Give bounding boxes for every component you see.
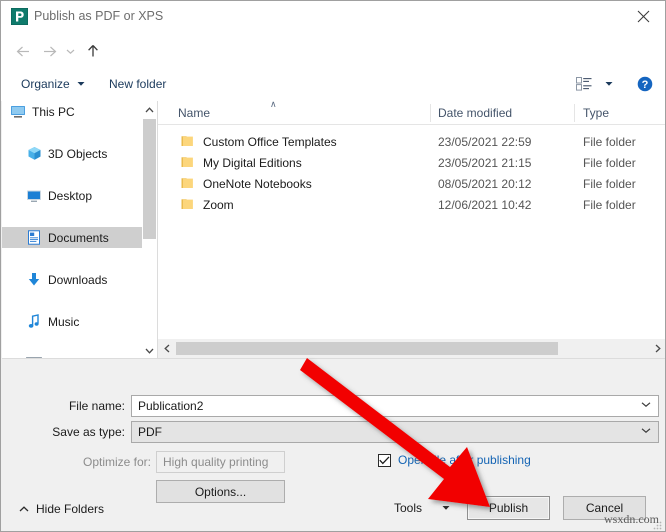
3d-objects-icon: [26, 146, 42, 162]
column-header-date-modified[interactable]: Date modified: [438, 106, 512, 120]
open-file-after-publishing-checkbox-group[interactable]: Open file after publishing: [378, 453, 531, 467]
this-pc-icon: [10, 104, 26, 120]
desktop-icon: [26, 188, 42, 204]
sidebar-item-3d-objects[interactable]: 3D Objects: [2, 143, 157, 164]
new-folder-button[interactable]: New folder: [109, 77, 166, 91]
file-date-modified: 08/05/2021 20:12: [438, 177, 531, 191]
table-row[interactable]: Custom Office Templates 23/05/2021 22:59…: [158, 131, 666, 152]
file-name-input[interactable]: Publication2: [131, 395, 659, 417]
file-type: File folder: [583, 135, 636, 149]
file-name-value: Publication2: [138, 399, 203, 413]
file-list-pane: ∧ Name Date modified Type Custom Office …: [158, 101, 666, 359]
publish-button[interactable]: Publish: [467, 496, 550, 520]
tools-button[interactable]: Tools: [394, 501, 422, 515]
organize-button[interactable]: Organize: [21, 77, 70, 91]
column-divider[interactable]: [430, 104, 431, 122]
navigation-bar: › This PC › Documents Search Documents: [1, 31, 665, 69]
organize-chevron-down-icon[interactable]: [77, 80, 85, 89]
scroll-down-icon[interactable]: [142, 342, 157, 359]
column-header-type[interactable]: Type: [583, 106, 609, 120]
sidebar-item-label: This PC: [32, 105, 75, 119]
file-name: Zoom: [203, 198, 234, 212]
chevron-down-icon[interactable]: [641, 426, 651, 437]
file-date-modified: 23/05/2021 22:59: [438, 135, 531, 149]
open-file-after-publishing-label: Open file after publishing: [398, 453, 531, 467]
music-icon: [26, 314, 42, 330]
forward-icon[interactable]: [39, 41, 59, 61]
view-list-icon[interactable]: [576, 77, 592, 91]
watermark-text: wsxdn.com: [604, 512, 659, 527]
hide-folders-button[interactable]: Hide Folders: [19, 502, 104, 516]
sidebar-item-label: Music: [48, 315, 79, 329]
hide-folders-label: Hide Folders: [36, 502, 104, 516]
table-row[interactable]: My Digital Editions 23/05/2021 21:15 Fil…: [158, 152, 666, 173]
svg-text:?: ?: [642, 79, 649, 91]
optimize-for-value-box: High quality printing: [156, 451, 285, 473]
scroll-right-icon[interactable]: [649, 339, 666, 358]
help-question-icon[interactable]: ?: [637, 76, 653, 92]
back-icon[interactable]: [13, 41, 33, 61]
column-header-row: ∧ Name Date modified Type: [158, 101, 666, 125]
chevron-down-icon[interactable]: [641, 400, 651, 411]
sidebar-item-label: Documents: [48, 231, 109, 245]
file-name-label: File name:: [1, 399, 125, 413]
file-type: File folder: [583, 198, 636, 212]
file-name: My Digital Editions: [203, 156, 302, 170]
scroll-left-icon[interactable]: [158, 339, 175, 358]
up-one-level-icon[interactable]: [83, 41, 103, 61]
publisher-p-icon: [11, 8, 28, 25]
folder-icon: [181, 176, 196, 189]
column-divider[interactable]: [574, 104, 575, 122]
file-date-modified: 23/05/2021 21:15: [438, 156, 531, 170]
tools-chevron-down-icon[interactable]: [442, 504, 450, 513]
navigation-pane-scrollbar[interactable]: [142, 101, 157, 359]
save-as-type-label: Save as type:: [1, 425, 125, 439]
view-chevron-down-icon[interactable]: [605, 80, 613, 89]
downloads-icon: [26, 272, 42, 288]
folder-icon: [181, 197, 196, 210]
sidebar-item-music[interactable]: Music: [2, 311, 157, 332]
chevron-up-icon: [19, 504, 29, 514]
scroll-up-icon[interactable]: [142, 101, 157, 118]
sidebar-item-label: 3D Objects: [48, 147, 107, 161]
sidebar-item-downloads[interactable]: Downloads: [2, 269, 157, 290]
file-type: File folder: [583, 177, 636, 191]
table-row[interactable]: OneNote Notebooks 08/05/2021 20:12 File …: [158, 173, 666, 194]
file-list-horizontal-scrollbar[interactable]: [158, 339, 666, 358]
open-file-after-publishing-checkbox[interactable]: [378, 454, 391, 467]
recent-locations-chevron-down-icon[interactable]: [63, 41, 77, 61]
scroll-thumb[interactable]: [176, 342, 558, 355]
sidebar-item-documents[interactable]: Documents: [2, 227, 157, 248]
documents-icon: [26, 230, 42, 246]
sort-ascending-icon: ∧: [270, 101, 277, 110]
sidebar-item-label: Desktop: [48, 189, 92, 203]
sidebar-item-desktop[interactable]: Desktop: [2, 185, 157, 206]
optimize-for-label: Optimize for:: [1, 455, 151, 469]
save-as-type-value: PDF: [138, 425, 162, 439]
window-title: Publish as PDF or XPS: [34, 9, 163, 23]
column-header-name[interactable]: Name: [178, 106, 210, 120]
file-type: File folder: [583, 156, 636, 170]
sidebar-item-label: Downloads: [48, 273, 107, 287]
publish-as-pdf-dialog: Publish as PDF or XPS: [0, 0, 666, 532]
file-date-modified: 12/06/2021 10:42: [438, 198, 531, 212]
command-toolbar: Organize New folder ?: [1, 69, 665, 101]
navigation-pane: This PC 3D Objects Desktop: [2, 101, 157, 359]
table-row[interactable]: Zoom 12/06/2021 10:42 File folder: [158, 194, 666, 215]
resize-grip[interactable]: [653, 519, 662, 528]
save-as-type-select[interactable]: PDF: [131, 421, 659, 443]
close-button[interactable]: [621, 1, 665, 31]
file-name: OneNote Notebooks: [203, 177, 312, 191]
folder-icon: [181, 134, 196, 147]
scroll-thumb[interactable]: [143, 119, 156, 239]
options-button[interactable]: Options...: [156, 480, 285, 503]
optimize-for-value: High quality printing: [163, 455, 268, 469]
folder-icon: [181, 155, 196, 168]
file-name: Custom Office Templates: [203, 135, 337, 149]
save-options-panel: File name: Publication2 Save as type: PD…: [1, 359, 666, 532]
title-bar: Publish as PDF or XPS: [1, 1, 665, 31]
sidebar-item-this-pc[interactable]: This PC: [2, 101, 157, 122]
